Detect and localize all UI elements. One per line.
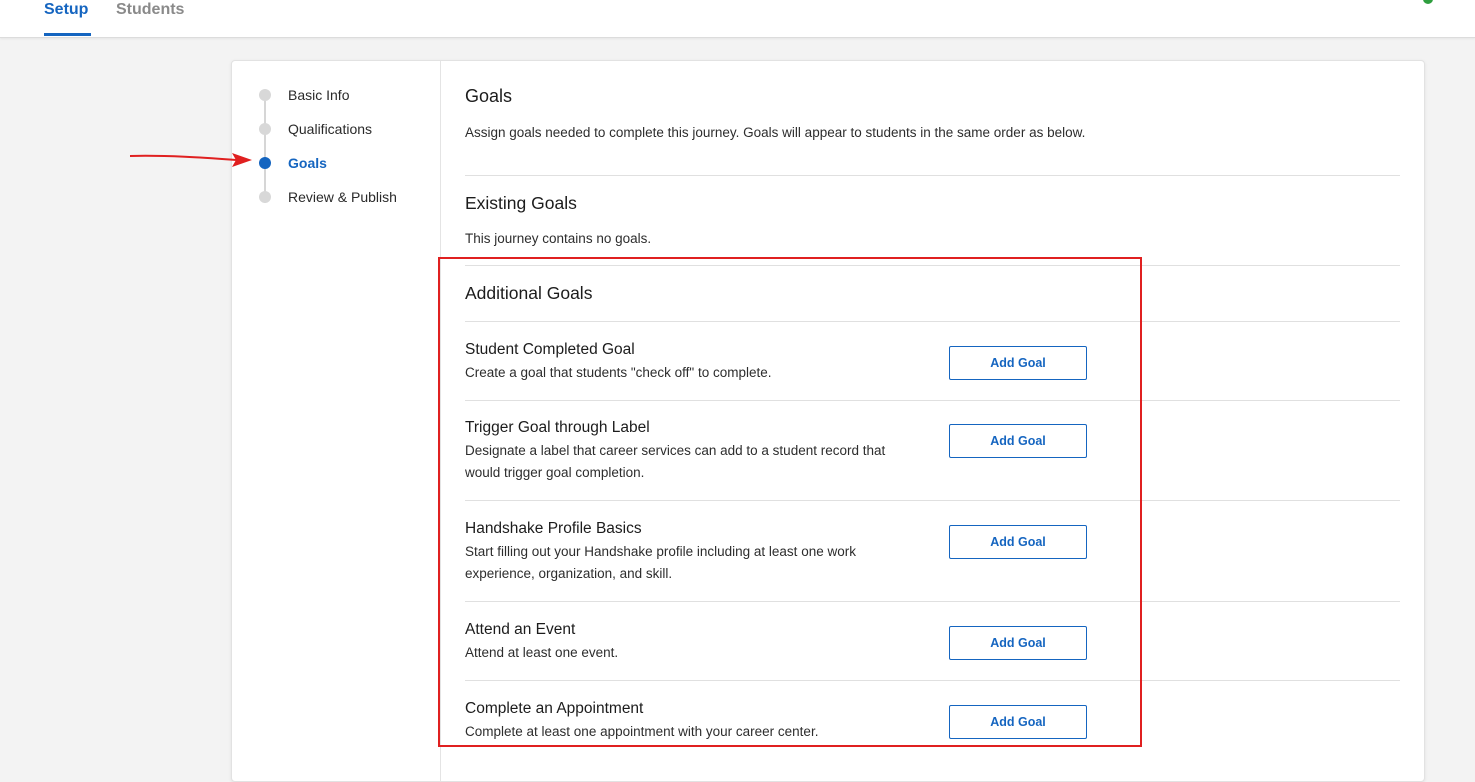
goal-title: Complete an Appointment bbox=[465, 700, 644, 717]
step-dot-qualifications bbox=[259, 123, 271, 135]
step-goals[interactable]: Goals bbox=[288, 154, 327, 172]
step-basic-info[interactable]: Basic Info bbox=[288, 86, 349, 104]
card-divider bbox=[440, 61, 441, 781]
goal-divider bbox=[465, 500, 1400, 501]
page-description: Assign goals needed to complete this jou… bbox=[465, 125, 1086, 140]
goal-description: Start filling out your Handshake profile… bbox=[465, 544, 856, 581]
step-review-publish[interactable]: Review & Publish bbox=[288, 188, 397, 206]
tab-students[interactable]: Students bbox=[116, 0, 184, 20]
add-goal-button-profile-basics[interactable]: Add Goal bbox=[949, 525, 1087, 559]
step-qualifications[interactable]: Qualifications bbox=[288, 120, 372, 138]
goal-description: Create a goal that students "check off" … bbox=[465, 365, 772, 380]
existing-goals-heading: Existing Goals bbox=[465, 193, 577, 213]
page-title: Goals bbox=[465, 86, 513, 106]
goal-description: Complete at least one appointment with y… bbox=[465, 724, 819, 739]
goal-description: Attend at least one event. bbox=[465, 645, 619, 660]
add-goal-button-student-completed[interactable]: Add Goal bbox=[949, 346, 1087, 380]
goal-title: Student Completed Goal bbox=[465, 341, 635, 358]
step-dot-review-publish bbox=[259, 191, 271, 203]
goal-divider bbox=[465, 680, 1400, 681]
goal-description: Designate a label that career services c… bbox=[465, 443, 886, 480]
top-navigation: Setup Students bbox=[0, 0, 1475, 38]
step-dot-basic-info bbox=[259, 89, 271, 101]
goal-divider bbox=[465, 601, 1400, 602]
existing-goals-empty-text: This journey contains no goals. bbox=[465, 231, 652, 246]
goal-title: Handshake Profile Basics bbox=[465, 520, 642, 537]
tab-setup[interactable]: Setup bbox=[44, 0, 88, 20]
goal-divider bbox=[465, 400, 1400, 401]
status-indicator-icon bbox=[1423, 0, 1433, 4]
additional-goals-heading: Additional Goals bbox=[465, 283, 593, 303]
section-divider bbox=[465, 321, 1400, 322]
add-goal-button-attend-event[interactable]: Add Goal bbox=[949, 626, 1087, 660]
active-tab-indicator bbox=[44, 33, 91, 36]
stepper-connector-line bbox=[264, 101, 266, 203]
step-dot-goals bbox=[259, 157, 271, 169]
journey-setup-card: Basic Info Qualifications Goals Review &… bbox=[231, 60, 1425, 782]
add-goal-button-appointment[interactable]: Add Goal bbox=[949, 705, 1087, 739]
add-goal-button-trigger-label[interactable]: Add Goal bbox=[949, 424, 1087, 458]
section-divider bbox=[465, 175, 1400, 176]
section-divider bbox=[465, 265, 1400, 266]
goal-title: Attend an Event bbox=[465, 621, 576, 638]
goal-title: Trigger Goal through Label bbox=[465, 419, 650, 436]
